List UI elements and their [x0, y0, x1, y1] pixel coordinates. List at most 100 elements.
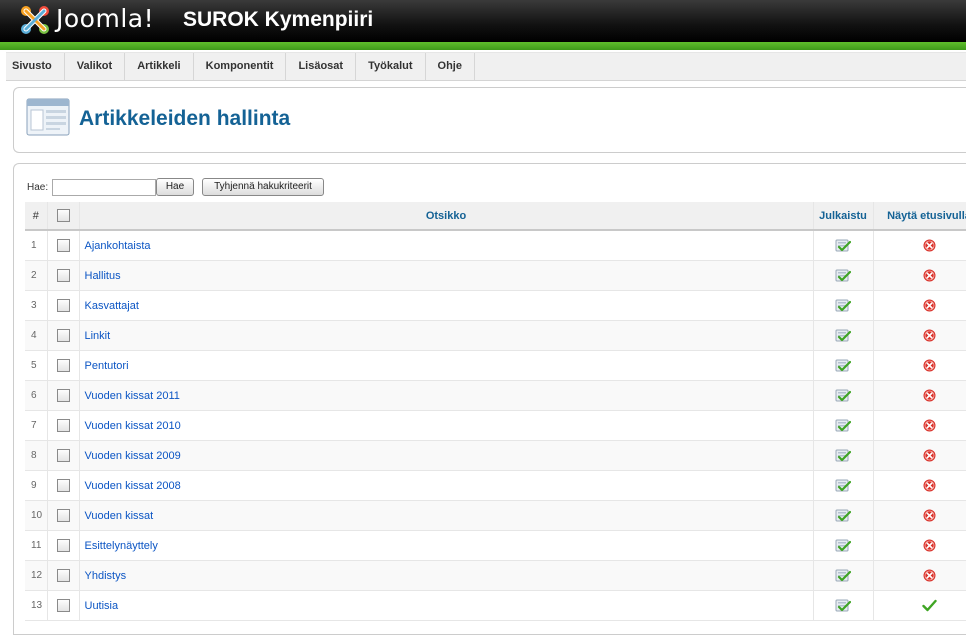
row-title-cell: Vuoden kissat 2011 [79, 380, 814, 411]
row-published-cell [813, 590, 874, 621]
red-x-icon[interactable] [923, 299, 936, 312]
row-frontpage-cell [873, 500, 966, 531]
article-title-link[interactable]: Esittelynäyttely [80, 540, 158, 552]
row-number: 4 [25, 320, 48, 351]
article-title-link[interactable]: Linkit [80, 330, 111, 342]
red-x-icon[interactable] [923, 419, 936, 432]
table-row: 13 Uutisia [25, 590, 966, 621]
row-number: 7 [25, 410, 48, 441]
menu-item-artikkeli[interactable]: Artikkeli [125, 53, 194, 80]
row-checkbox[interactable] [56, 569, 70, 582]
joomla-wordmark: Joomla! [56, 4, 155, 33]
green-check-icon[interactable] [921, 599, 937, 612]
row-number: 9 [25, 470, 48, 501]
row-title-cell: Yhdistys [79, 560, 814, 591]
row-select-cell [47, 500, 80, 531]
row-number: 3 [25, 290, 48, 321]
article-title-link[interactable]: Kasvattajat [80, 300, 139, 312]
row-checkbox[interactable] [56, 509, 70, 522]
published-check-icon[interactable] [835, 239, 851, 253]
menu-item-valikot[interactable]: Valikot [65, 53, 126, 80]
row-number: 6 [25, 380, 48, 411]
article-title-link[interactable]: Vuoden kissat 2008 [80, 480, 181, 492]
row-published-cell [813, 560, 874, 591]
published-check-icon[interactable] [835, 299, 851, 313]
select-all-checkbox[interactable] [56, 209, 70, 222]
row-checkbox[interactable] [56, 299, 70, 312]
search-button[interactable]: Hae [156, 178, 194, 196]
published-check-icon[interactable] [835, 509, 851, 523]
published-check-icon[interactable] [835, 449, 851, 463]
article-title-link[interactable]: Uutisia [80, 600, 119, 612]
published-check-icon[interactable] [835, 359, 851, 373]
red-x-icon[interactable] [923, 269, 936, 282]
published-check-icon[interactable] [835, 539, 851, 553]
article-title-link[interactable]: Pentutori [80, 360, 129, 372]
red-x-icon[interactable] [923, 239, 936, 252]
red-x-icon[interactable] [923, 389, 936, 402]
row-title-cell: Linkit [79, 320, 814, 351]
column-header-title[interactable]: Otsikko [79, 202, 814, 231]
row-number: 10 [25, 500, 48, 531]
search-input[interactable] [52, 179, 156, 196]
search-label: Hae: [27, 182, 49, 193]
menu-item-tyokalut[interactable]: Työkalut [356, 53, 426, 80]
row-frontpage-cell [873, 230, 966, 261]
row-number: 13 [25, 590, 48, 621]
clear-filters-button[interactable]: Tyhjennä hakukriteerit [202, 178, 324, 196]
published-check-icon[interactable] [835, 389, 851, 403]
row-title-cell: Vuoden kissat [79, 500, 814, 531]
row-frontpage-cell [873, 410, 966, 441]
row-checkbox[interactable] [56, 599, 70, 612]
published-check-icon[interactable] [835, 329, 851, 343]
red-x-icon[interactable] [923, 359, 936, 372]
row-select-cell [47, 230, 80, 261]
row-checkbox[interactable] [56, 239, 70, 252]
row-frontpage-cell [873, 590, 966, 621]
row-checkbox[interactable] [56, 419, 70, 432]
published-check-icon[interactable] [835, 419, 851, 433]
row-number: 5 [25, 350, 48, 381]
header-accent-bar [0, 42, 966, 50]
red-x-icon[interactable] [923, 449, 936, 462]
menu-item-lisaosat[interactable]: Lisäosat [286, 53, 357, 80]
row-title-cell: Ajankohtaista [79, 230, 814, 261]
row-checkbox[interactable] [56, 479, 70, 492]
article-title-link[interactable]: Hallitus [80, 270, 121, 282]
row-number: 1 [25, 230, 48, 261]
row-checkbox[interactable] [56, 449, 70, 462]
published-check-icon[interactable] [835, 479, 851, 493]
red-x-icon[interactable] [923, 329, 936, 342]
menu-item-sivusto[interactable]: Sivusto [6, 53, 65, 80]
article-title-link[interactable]: Vuoden kissat 2010 [80, 420, 181, 432]
column-header-published[interactable]: Julkaistu [813, 202, 874, 231]
row-select-cell [47, 380, 80, 411]
row-checkbox[interactable] [56, 269, 70, 282]
page-header: Artikkeleiden hallinta [13, 87, 966, 153]
row-checkbox[interactable] [56, 539, 70, 552]
article-title-link[interactable]: Yhdistys [80, 570, 127, 582]
row-checkbox[interactable] [56, 389, 70, 402]
articles-table: # Otsikko Julkaistu Näytä etusivulla 1 Aj… [25, 202, 966, 621]
published-check-icon[interactable] [835, 569, 851, 583]
row-checkbox[interactable] [56, 359, 70, 372]
menu-item-komponentit[interactable]: Komponentit [194, 53, 287, 80]
published-check-icon[interactable] [835, 599, 851, 613]
red-x-icon[interactable] [923, 569, 936, 582]
row-number: 11 [25, 530, 48, 561]
article-title-link[interactable]: Vuoden kissat [80, 510, 154, 522]
article-title-link[interactable]: Vuoden kissat 2009 [80, 450, 181, 462]
red-x-icon[interactable] [923, 479, 936, 492]
row-number: 8 [25, 440, 48, 471]
menu-item-ohje[interactable]: Ohje [426, 53, 475, 80]
published-check-icon[interactable] [835, 269, 851, 283]
red-x-icon[interactable] [923, 509, 936, 522]
red-x-icon[interactable] [923, 539, 936, 552]
column-header-frontpage[interactable]: Näytä etusivulla [873, 202, 966, 231]
row-checkbox[interactable] [56, 329, 70, 342]
row-number: 2 [25, 260, 48, 291]
article-title-link[interactable]: Vuoden kissat 2011 [80, 390, 180, 402]
article-title-link[interactable]: Ajankohtaista [80, 240, 151, 252]
row-select-cell [47, 530, 80, 561]
site-name: SUROK Kymenpiiri [183, 8, 374, 31]
